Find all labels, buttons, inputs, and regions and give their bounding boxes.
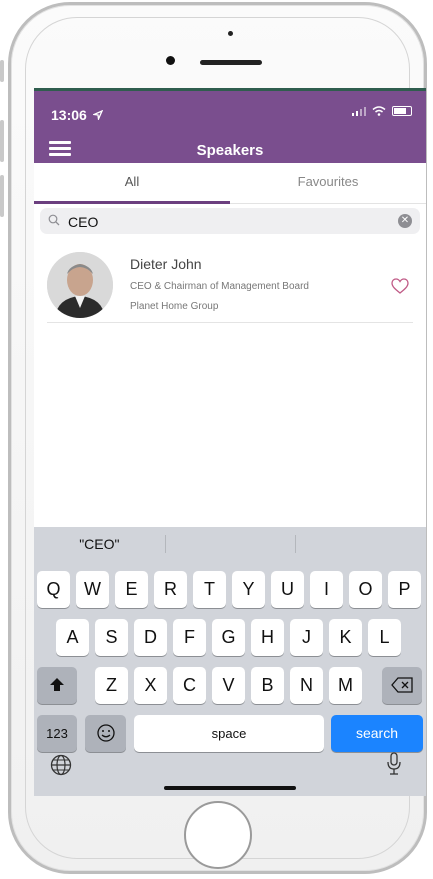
key-o[interactable]: O bbox=[349, 571, 382, 608]
front-camera bbox=[166, 56, 175, 65]
front-sensor bbox=[228, 31, 233, 36]
speaker-company: Planet Home Group bbox=[130, 301, 219, 312]
emoji-icon bbox=[96, 724, 115, 742]
key-b[interactable]: B bbox=[251, 667, 284, 704]
speaker-name: Dieter John bbox=[130, 256, 202, 272]
search-key[interactable]: search bbox=[331, 715, 423, 752]
key-i[interactable]: I bbox=[310, 571, 343, 608]
key-m[interactable]: M bbox=[329, 667, 362, 704]
numbers-key[interactable]: 123 bbox=[37, 715, 77, 752]
shift-arrow-icon bbox=[50, 678, 64, 691]
signal-icon bbox=[352, 107, 366, 116]
suggestion-1[interactable]: "CEO" bbox=[34, 527, 165, 561]
home-button[interactable] bbox=[184, 801, 252, 869]
status-time: 13:06 bbox=[51, 107, 103, 123]
backspace-key[interactable] bbox=[382, 667, 422, 704]
speaker-role: CEO & Chairman of Management Board bbox=[130, 281, 309, 292]
app-header: 13:06 Speakers bbox=[34, 91, 426, 163]
favourite-heart-icon[interactable] bbox=[391, 278, 409, 294]
volume-up-button bbox=[0, 120, 4, 162]
key-j[interactable]: J bbox=[290, 619, 323, 656]
status-icons bbox=[352, 106, 412, 116]
keyboard: "CEO" QWERTYUIOP ASDFGHJKL ZXCVBNM 123 spa… bbox=[34, 527, 426, 796]
emoji-key[interactable] bbox=[85, 715, 126, 752]
microphone-icon[interactable] bbox=[386, 752, 402, 776]
volume-down-button bbox=[0, 175, 4, 217]
key-t[interactable]: T bbox=[193, 571, 226, 608]
key-g[interactable]: G bbox=[212, 619, 245, 656]
wifi-icon bbox=[372, 106, 386, 116]
suggestion-2[interactable] bbox=[164, 527, 296, 561]
home-indicator bbox=[164, 786, 296, 790]
key-k[interactable]: K bbox=[329, 619, 362, 656]
earpiece-speaker bbox=[200, 60, 262, 65]
battery-icon bbox=[392, 106, 412, 116]
globe-icon[interactable] bbox=[50, 754, 72, 776]
key-f[interactable]: F bbox=[173, 619, 206, 656]
key-y[interactable]: Y bbox=[232, 571, 265, 608]
search-input[interactable] bbox=[66, 208, 390, 236]
mute-switch bbox=[0, 60, 4, 82]
key-z[interactable]: Z bbox=[95, 667, 128, 704]
key-x[interactable]: X bbox=[134, 667, 167, 704]
key-p[interactable]: P bbox=[388, 571, 421, 608]
speaker-avatar bbox=[47, 252, 113, 318]
key-u[interactable]: U bbox=[271, 571, 304, 608]
tab-all[interactable]: All bbox=[34, 163, 230, 204]
space-key[interactable]: space bbox=[134, 715, 324, 752]
key-a[interactable]: A bbox=[56, 619, 89, 656]
app-screen: 13:06 Speakers All Favourites ✕ bbox=[34, 88, 426, 796]
speaker-list-item[interactable]: Dieter John CEO & Chairman of Management… bbox=[47, 248, 413, 323]
search-bar[interactable]: ✕ bbox=[40, 208, 420, 236]
clear-search-icon[interactable]: ✕ bbox=[398, 214, 412, 228]
key-v[interactable]: V bbox=[212, 667, 245, 704]
key-l[interactable]: L bbox=[368, 619, 401, 656]
key-r[interactable]: R bbox=[154, 571, 187, 608]
key-q[interactable]: Q bbox=[37, 571, 70, 608]
key-d[interactable]: D bbox=[134, 619, 167, 656]
key-e[interactable]: E bbox=[115, 571, 148, 608]
shift-key[interactable] bbox=[37, 667, 77, 704]
search-icon bbox=[48, 214, 60, 226]
keyboard-suggestions: "CEO" bbox=[34, 527, 426, 561]
location-arrow-icon bbox=[91, 109, 103, 122]
key-c[interactable]: C bbox=[173, 667, 206, 704]
tab-favourites[interactable]: Favourites bbox=[230, 163, 426, 203]
key-w[interactable]: W bbox=[76, 571, 109, 608]
tab-bar: All Favourites bbox=[34, 163, 426, 204]
key-h[interactable]: H bbox=[251, 619, 284, 656]
backspace-icon bbox=[391, 677, 413, 693]
key-n[interactable]: N bbox=[290, 667, 323, 704]
suggestion-3[interactable] bbox=[295, 527, 426, 561]
page-title: Speakers bbox=[196, 142, 264, 159]
key-s[interactable]: S bbox=[95, 619, 128, 656]
